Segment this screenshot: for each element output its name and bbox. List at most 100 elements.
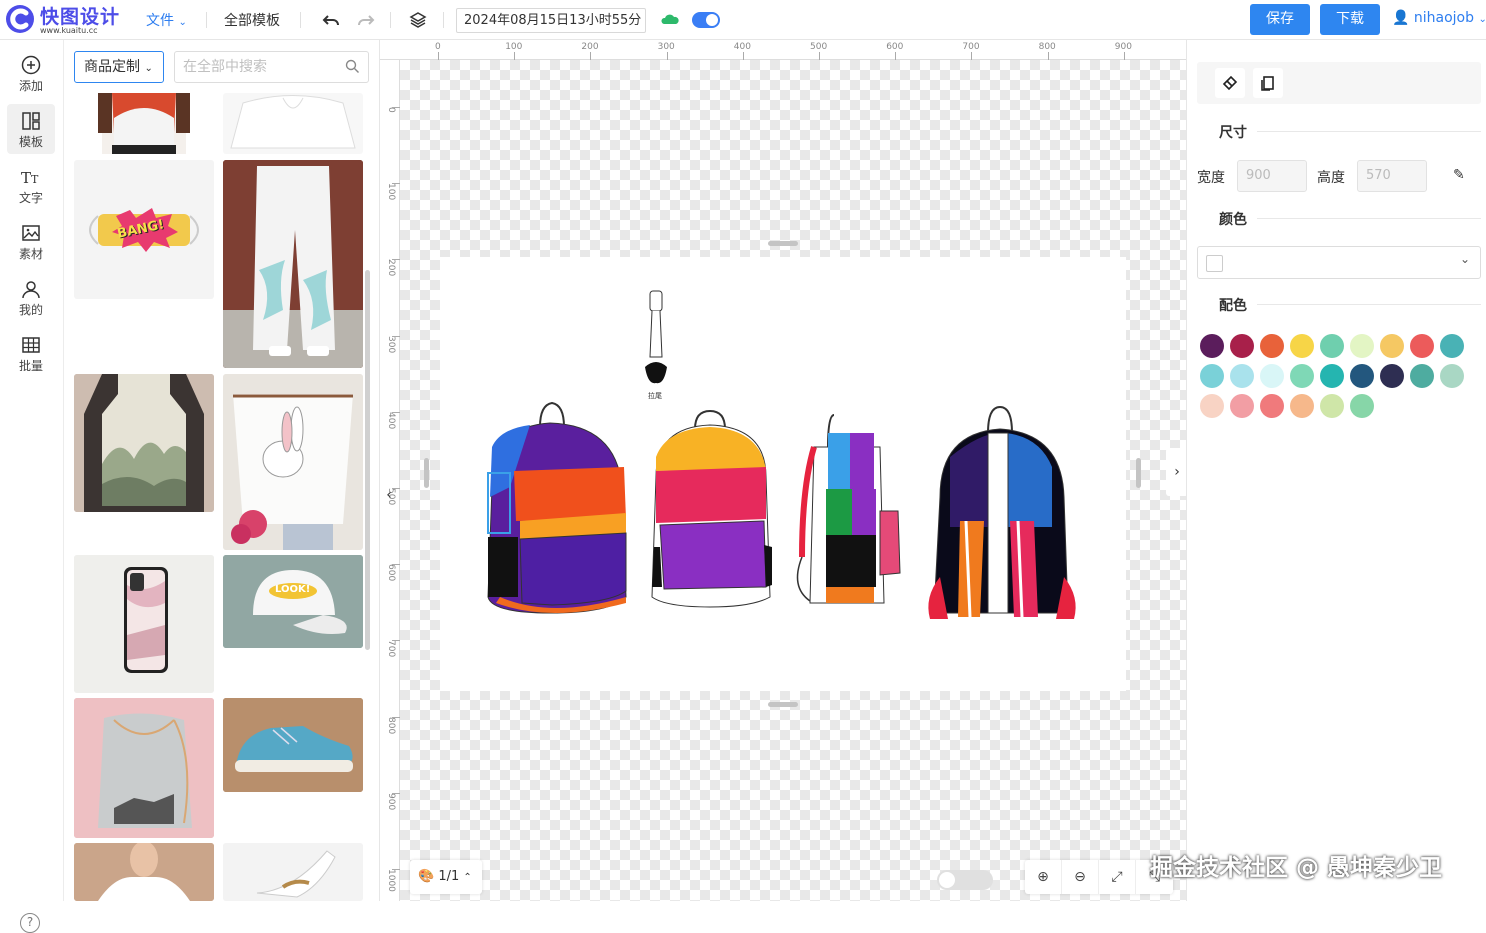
project-title-input[interactable]: 2024年08月15日13小时55分 bbox=[456, 8, 646, 33]
template-thumb-shirt[interactable] bbox=[74, 843, 214, 901]
ruler-x-line bbox=[819, 52, 820, 60]
grid-icon bbox=[22, 337, 40, 353]
artboard-resize-right[interactable] bbox=[1136, 458, 1141, 488]
palette-color-swatch[interactable] bbox=[1410, 334, 1434, 358]
palette-color-swatch[interactable] bbox=[1200, 364, 1224, 388]
ruler-y-tick: 100 bbox=[386, 183, 396, 201]
ruler-y-line bbox=[392, 869, 400, 870]
palette-color-swatch[interactable] bbox=[1200, 334, 1224, 358]
nav-add-label: 添加 bbox=[18, 79, 43, 93]
width-input[interactable]: 900 bbox=[1237, 160, 1307, 192]
nav-mine[interactable]: 我的 bbox=[7, 272, 55, 322]
palette-color-swatch[interactable] bbox=[1230, 364, 1254, 388]
palette-color-swatch[interactable] bbox=[1350, 364, 1374, 388]
file-menu-label: 文件 bbox=[146, 13, 174, 29]
palette-color-swatch[interactable] bbox=[1230, 394, 1254, 418]
search-input[interactable] bbox=[174, 51, 369, 83]
page-indicator[interactable]: 🎨 1/1 ⌃ bbox=[410, 860, 482, 894]
palette-color-swatch[interactable] bbox=[1320, 364, 1344, 388]
palette-color-swatch[interactable] bbox=[1380, 364, 1404, 388]
help-icon[interactable]: ? bbox=[20, 913, 40, 933]
palette-color-swatch[interactable] bbox=[1230, 334, 1254, 358]
page-count: 1/1 bbox=[438, 869, 460, 884]
palette-color-swatch[interactable] bbox=[1380, 334, 1404, 358]
palette-color-swatch[interactable] bbox=[1290, 334, 1314, 358]
palette-color-swatch[interactable] bbox=[1290, 394, 1314, 418]
nav-assets-label: 素材 bbox=[18, 247, 43, 261]
palette-color-swatch[interactable] bbox=[1320, 394, 1344, 418]
template-thumb-apron-rabbit[interactable] bbox=[223, 374, 363, 550]
template-thumb-phone-case[interactable] bbox=[74, 555, 214, 693]
edit-size-icon[interactable]: ✎ bbox=[1453, 167, 1465, 183]
undo-icon[interactable] bbox=[320, 9, 342, 31]
nav-batch[interactable]: 批量 bbox=[7, 328, 55, 378]
artboard[interactable]: 拉尾 bbox=[440, 257, 1126, 691]
palette-color-swatch[interactable] bbox=[1440, 364, 1464, 388]
hoodie-image bbox=[230, 95, 356, 149]
background-color-select[interactable]: ⌄ bbox=[1197, 246, 1481, 279]
template-thumb-tshirt[interactable] bbox=[74, 93, 214, 154]
backpack-back bbox=[928, 405, 1076, 619]
ruler-y-line bbox=[392, 259, 400, 261]
template-thumb-heel[interactable] bbox=[223, 843, 363, 901]
template-thumb-cap[interactable]: LOOK! bbox=[223, 555, 363, 648]
fit-screen-icon[interactable]: ⤢ bbox=[1099, 860, 1136, 894]
nav-add[interactable]: 添加 bbox=[7, 48, 55, 98]
eraser-icon bbox=[1222, 75, 1238, 91]
palette-color-swatch[interactable] bbox=[1440, 334, 1464, 358]
app-logo[interactable]: 快图设计 www.kuaitu.cc bbox=[4, 2, 134, 38]
palette-color-swatch[interactable] bbox=[1350, 334, 1374, 358]
user-icon: 👤 bbox=[1392, 10, 1410, 26]
download-button[interactable]: 下载 bbox=[1320, 4, 1380, 35]
palette-color-swatch[interactable] bbox=[1200, 394, 1224, 418]
height-input[interactable]: 570 bbox=[1357, 160, 1427, 192]
template-thumb-mask[interactable]: BANG! bbox=[74, 160, 214, 299]
backpack-front-center bbox=[651, 409, 772, 608]
all-templates-button[interactable]: 全部模板 bbox=[224, 10, 280, 30]
artboard-resize-bottom[interactable] bbox=[768, 702, 798, 707]
nav-assets[interactable]: 素材 bbox=[7, 216, 55, 266]
nav-templates[interactable]: 模板 bbox=[7, 104, 55, 154]
save-button[interactable]: 保存 bbox=[1250, 4, 1310, 35]
ruler-y-line bbox=[392, 564, 400, 566]
sneaker-image bbox=[223, 698, 363, 792]
template-thumb-joggers[interactable] bbox=[223, 160, 363, 368]
template-thumb-sneaker[interactable] bbox=[223, 698, 363, 792]
collapse-left-panel-button[interactable]: ‹ bbox=[380, 471, 400, 519]
template-thumb-hoodie[interactable] bbox=[223, 93, 363, 154]
palette-color-swatch[interactable] bbox=[1290, 364, 1314, 388]
category-select[interactable]: 商品定制 ⌄ bbox=[74, 51, 164, 83]
properties-panel: 尺寸 宽度 900 高度 570 ✎ 颜色 ⌄ 配色 bbox=[1186, 40, 1486, 901]
canvas-area[interactable]: 0 100 200 300 400 500 600 700 800 900 0 100 200 300 4… bbox=[380, 40, 1186, 901]
zoom-out-icon[interactable]: ⊖ bbox=[1062, 860, 1099, 894]
backpack-side bbox=[796, 414, 901, 604]
artboard-resize-top[interactable] bbox=[768, 241, 798, 246]
clear-style-button[interactable] bbox=[1215, 68, 1245, 98]
ruler-y-line bbox=[392, 716, 400, 718]
chevron-up-icon: ⌃ bbox=[463, 872, 472, 883]
grid-toggle[interactable] bbox=[937, 870, 993, 890]
palette-color-swatch[interactable] bbox=[1350, 394, 1374, 418]
palette-color-swatch[interactable] bbox=[1260, 334, 1284, 358]
user-menu[interactable]: 👤 nihaojob ⌄ bbox=[1392, 10, 1486, 26]
search-icon[interactable] bbox=[345, 59, 360, 74]
zoom-in-icon[interactable]: ⊕ bbox=[1025, 860, 1062, 894]
layers-icon[interactable] bbox=[407, 9, 429, 31]
panel-scrollbar[interactable] bbox=[365, 270, 370, 650]
palette-color-swatch[interactable] bbox=[1260, 364, 1284, 388]
collapse-right-panel-button[interactable]: › bbox=[1166, 448, 1186, 496]
template-thumb-apron-landscape[interactable] bbox=[74, 374, 214, 512]
template-thumb-drawstring-bag[interactable] bbox=[74, 698, 214, 838]
nav-text[interactable]: TT 文字 bbox=[7, 160, 55, 210]
artboard-resize-left[interactable] bbox=[424, 458, 429, 488]
palette-color-swatch[interactable] bbox=[1410, 364, 1434, 388]
autosave-toggle[interactable] bbox=[692, 12, 720, 28]
ruler-x-tick: 300 bbox=[657, 42, 675, 52]
redo-icon[interactable] bbox=[355, 9, 377, 31]
palette-color-swatch[interactable] bbox=[1260, 394, 1284, 418]
file-menu[interactable]: 文件 ⌄ bbox=[146, 10, 187, 30]
copy-button[interactable] bbox=[1253, 68, 1283, 98]
ruler-x-tick: 200 bbox=[581, 42, 599, 52]
palette-color-swatch[interactable] bbox=[1320, 334, 1344, 358]
svg-text:T: T bbox=[31, 173, 39, 186]
